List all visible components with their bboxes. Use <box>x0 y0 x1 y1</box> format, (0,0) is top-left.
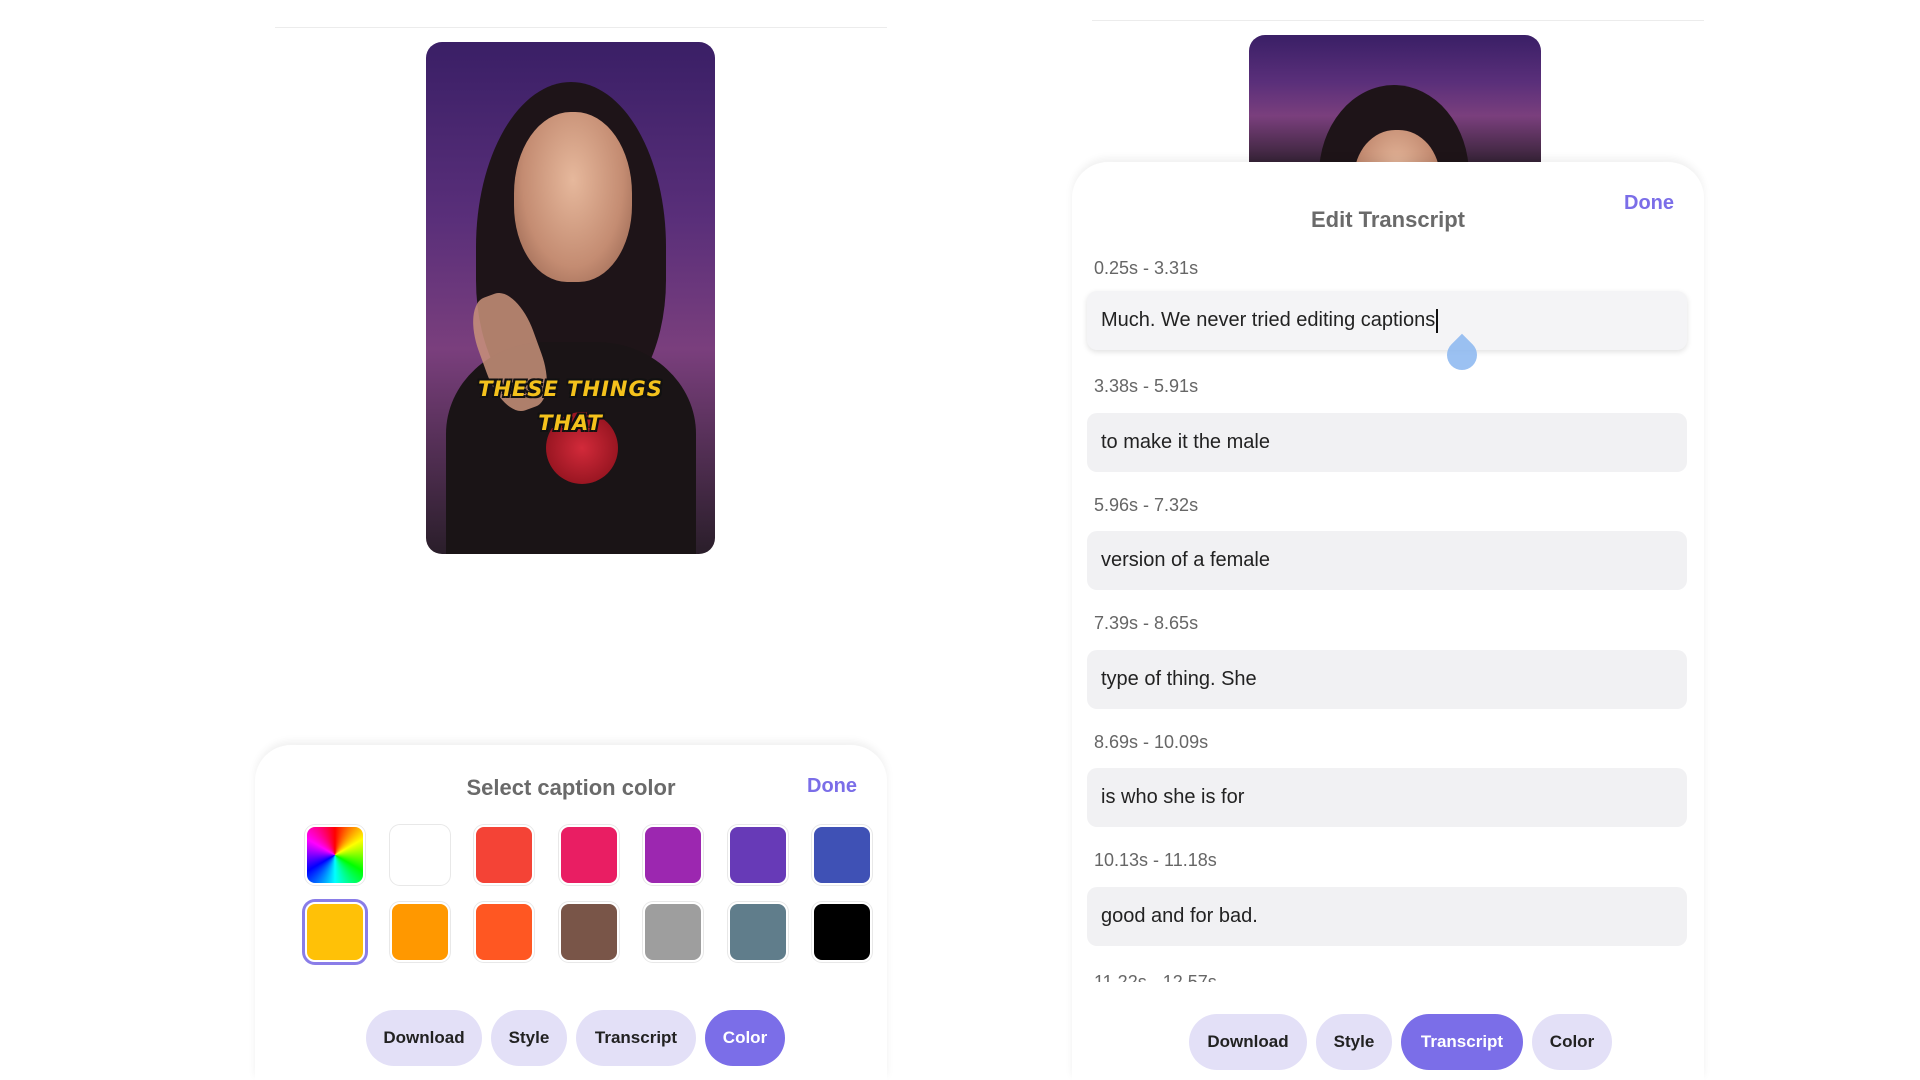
color-swatch[interactable] <box>727 825 788 885</box>
top-divider <box>1092 20 1704 21</box>
transcript-button[interactable]: Transcript <box>576 1010 696 1066</box>
segment-text-input[interactable]: to make it the male <box>1087 413 1687 472</box>
color-swatch[interactable] <box>558 825 619 885</box>
color-button[interactable]: Color <box>1532 1014 1612 1070</box>
color-swatch[interactable] <box>389 902 450 962</box>
style-button[interactable]: Style <box>491 1010 567 1066</box>
transcript-button[interactable]: Transcript <box>1401 1014 1523 1070</box>
color-swatch[interactable] <box>389 825 450 885</box>
segment-time: 0.25s - 3.31s <box>1094 258 1199 278</box>
segment-time-cutoff: 11.22s - 12.57s <box>1094 972 1217 982</box>
segment-time: 7.39s - 8.65s <box>1094 613 1199 633</box>
caption-overlay: THESE THINGS THAT <box>426 372 715 440</box>
color-swatch-rainbow[interactable] <box>305 825 365 885</box>
color-swatch[interactable] <box>812 825 872 885</box>
segment-time: 3.38s - 5.91s <box>1094 376 1199 396</box>
segment-text-input[interactable]: is who she is for <box>1087 768 1687 827</box>
done-button[interactable]: Done <box>807 775 857 798</box>
video-preview[interactable] <box>1249 35 1541 170</box>
color-sheet: Select caption color Done <box>255 745 887 1080</box>
color-swatch[interactable] <box>474 902 534 962</box>
download-button[interactable]: Download <box>366 1010 482 1066</box>
color-swatch[interactable] <box>305 902 365 962</box>
download-button[interactable]: Download <box>1189 1014 1307 1070</box>
color-swatch[interactable] <box>643 902 703 962</box>
video-preview[interactable]: THESE THINGS THAT <box>426 42 715 554</box>
color-swatch[interactable] <box>812 902 872 962</box>
caption-color-screen: THESE THINGS THAT Select caption color D… <box>255 0 887 1080</box>
segment-text-input[interactable]: version of a female <box>1087 531 1687 590</box>
segment-time: 5.96s - 7.32s <box>1094 495 1199 515</box>
edit-transcript-screen: Edit Transcript Done 0.25s - 3.31s Much.… <box>1072 0 1704 1080</box>
color-swatch[interactable] <box>643 825 703 885</box>
caption-line-2: THAT <box>538 411 603 435</box>
segment-time: 10.13s - 11.18s <box>1094 850 1217 870</box>
segment-text: Much. We never tried editing captions <box>1101 309 1436 331</box>
text-cursor <box>1436 308 1439 333</box>
segment-text-input[interactable]: type of thing. She <box>1087 650 1687 709</box>
segment-text-input[interactable]: good and for bad. <box>1087 887 1687 946</box>
top-divider <box>275 27 887 28</box>
done-button[interactable]: Done <box>1624 192 1674 215</box>
sheet-title: Edit Transcript <box>1310 207 1466 232</box>
video-face <box>514 112 632 282</box>
color-swatch[interactable] <box>558 902 619 962</box>
segment-time: 8.69s - 10.09s <box>1094 732 1209 752</box>
segment-text-input[interactable]: Much. We never tried editing captions <box>1087 291 1687 350</box>
color-swatch[interactable] <box>727 902 788 962</box>
color-swatch[interactable] <box>474 825 534 885</box>
style-button[interactable]: Style <box>1316 1014 1392 1070</box>
sheet-title: Select caption color <box>466 775 676 800</box>
caption-line-1: THESE THINGS <box>478 377 663 401</box>
color-button[interactable]: Color <box>705 1010 785 1066</box>
